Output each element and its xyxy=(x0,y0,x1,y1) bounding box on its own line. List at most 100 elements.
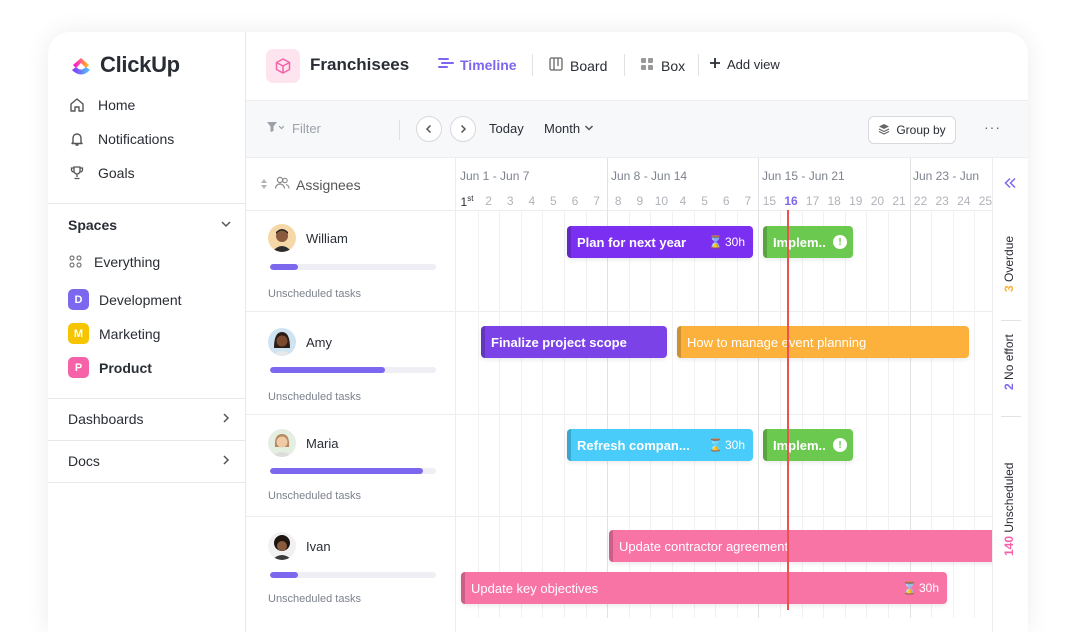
nav-home[interactable]: Home xyxy=(68,96,135,114)
plus-icon xyxy=(709,56,721,72)
assignee-ivan[interactable]: Ivan xyxy=(268,532,331,560)
day-label: 3 xyxy=(506,194,514,208)
task-bar[interactable]: Refresh compan... ⌛ 30h xyxy=(567,429,753,461)
space-development[interactable]: D Development xyxy=(68,289,182,310)
bar-handle[interactable] xyxy=(609,530,613,562)
toolbar-divider xyxy=(399,120,400,140)
no-effort-filter[interactable]: 2 No effort xyxy=(1002,334,1016,390)
progress-fill xyxy=(270,367,385,373)
assignee-maria[interactable]: Maria xyxy=(268,429,339,457)
bar-handle[interactable] xyxy=(461,572,465,604)
no-effort-label: No effort xyxy=(1002,334,1016,380)
task-bar[interactable]: Implem.. ! xyxy=(763,429,853,461)
assignees-label: Assignees xyxy=(296,176,361,193)
unscheduled-tasks-link[interactable]: Unscheduled tasks xyxy=(268,490,361,502)
unscheduled-filter[interactable]: 140 Unscheduled xyxy=(1002,463,1016,556)
progress-bar xyxy=(270,367,436,373)
double-chevron-left-icon[interactable] xyxy=(1003,176,1017,194)
task-bar[interactable]: Plan for next year ⌛ 30h xyxy=(567,226,753,258)
day-label: 9 xyxy=(636,194,644,208)
prev-button[interactable] xyxy=(416,116,442,142)
space-everything-label: Everything xyxy=(94,254,161,270)
sidebar: ClickUp Home Notifications Goals Spaces xyxy=(48,32,246,632)
avatar xyxy=(268,429,296,457)
task-bar[interactable]: Implem.. ! xyxy=(763,226,853,258)
next-button[interactable] xyxy=(450,116,476,142)
group-by-button[interactable]: Group by xyxy=(868,116,956,144)
strip-divider xyxy=(1001,320,1021,321)
bar-handle[interactable] xyxy=(763,226,767,258)
day-label: 22 xyxy=(913,194,928,208)
overdue-filter[interactable]: 3 Overdue xyxy=(1002,236,1016,292)
day-label: 10 xyxy=(654,194,669,208)
day-grid-line xyxy=(499,210,501,618)
page-title: Franchisees xyxy=(310,55,410,74)
more-icon: ··· xyxy=(984,119,1001,135)
day-grid-line xyxy=(520,210,522,618)
home-icon xyxy=(68,96,86,114)
tab-divider xyxy=(624,54,625,76)
no-effort-count: 2 xyxy=(1002,383,1016,390)
add-view-button[interactable]: Add view xyxy=(709,56,780,72)
clickup-logo[interactable]: ClickUp xyxy=(68,52,180,78)
tab-timeline[interactable]: Timeline xyxy=(438,56,517,73)
people-icon xyxy=(274,176,290,193)
space-badge: P xyxy=(68,357,89,378)
day-label: 6 xyxy=(722,194,730,208)
assignee-william[interactable]: William xyxy=(268,224,348,252)
unscheduled-tasks-link[interactable]: Unscheduled tasks xyxy=(268,593,361,605)
day-label: 24 xyxy=(957,194,971,208)
tab-timeline-label: Timeline xyxy=(460,56,517,73)
estimate-value: 30h xyxy=(918,581,939,595)
assignee-name: Amy xyxy=(306,334,332,350)
bar-handle[interactable] xyxy=(481,326,485,358)
app-window: ClickUp Home Notifications Goals Spaces xyxy=(48,32,1028,632)
nav-docs[interactable]: Docs xyxy=(68,453,232,469)
tab-board[interactable]: Board xyxy=(548,56,607,75)
bell-icon xyxy=(68,130,86,148)
timeline-toolbar: Filter Today Month Group by ··· xyxy=(246,100,1028,158)
nav-goals[interactable]: Goals xyxy=(68,164,135,182)
nav-dashboards[interactable]: Dashboards xyxy=(68,411,232,427)
tab-box[interactable]: Box xyxy=(639,56,685,75)
range-dropdown[interactable]: Month xyxy=(544,121,594,136)
filter-button[interactable]: Filter xyxy=(266,121,321,136)
task-bar[interactable]: Update key objectives ⌛ 30h xyxy=(461,572,947,604)
box-grid-icon xyxy=(639,56,655,75)
sidebar-divider xyxy=(48,398,246,399)
day-label: 2 xyxy=(485,194,492,208)
assignees-header[interactable]: Assignees xyxy=(260,176,361,193)
task-bar[interactable]: Finalize project scope xyxy=(481,326,667,358)
avatar xyxy=(268,224,296,252)
chevron-down-icon[interactable] xyxy=(220,217,232,233)
space-product[interactable]: P Product xyxy=(68,357,152,378)
filter-icon xyxy=(266,121,285,136)
more-options-button[interactable]: ··· xyxy=(984,119,1001,135)
today-button[interactable]: Today xyxy=(489,121,524,136)
bar-handle[interactable] xyxy=(677,326,681,358)
unscheduled-tasks-link[interactable]: Unscheduled tasks xyxy=(268,391,361,403)
assignee-amy[interactable]: Amy xyxy=(268,328,332,356)
bar-handle[interactable] xyxy=(567,226,571,258)
unscheduled-tasks-link[interactable]: Unscheduled tasks xyxy=(268,288,361,300)
space-everything[interactable]: Everything xyxy=(68,254,160,270)
warning-icon: ! xyxy=(833,235,847,249)
day-label: 21 xyxy=(892,194,906,208)
layers-icon xyxy=(878,123,890,138)
progress-bar xyxy=(270,468,436,474)
day-label: 18 xyxy=(827,194,841,208)
first-day-suffix: st xyxy=(467,194,474,203)
spaces-header[interactable]: Spaces xyxy=(68,217,232,233)
task-bar[interactable]: How to manage event planning xyxy=(677,326,969,358)
bar-handle[interactable] xyxy=(763,429,767,461)
bar-handle[interactable] xyxy=(567,429,571,461)
task-bar[interactable]: Update contractor agreement xyxy=(609,530,992,562)
day-grid-line xyxy=(477,210,479,618)
space-label: Marketing xyxy=(99,325,161,342)
nav-notifications[interactable]: Notifications xyxy=(68,130,174,148)
hourglass-icon: ⌛ xyxy=(708,438,723,452)
space-marketing[interactable]: M Marketing xyxy=(68,323,160,344)
task-label: Finalize project scope xyxy=(491,334,627,350)
sidebar-divider xyxy=(48,203,246,204)
day-label: 7 xyxy=(593,194,600,208)
